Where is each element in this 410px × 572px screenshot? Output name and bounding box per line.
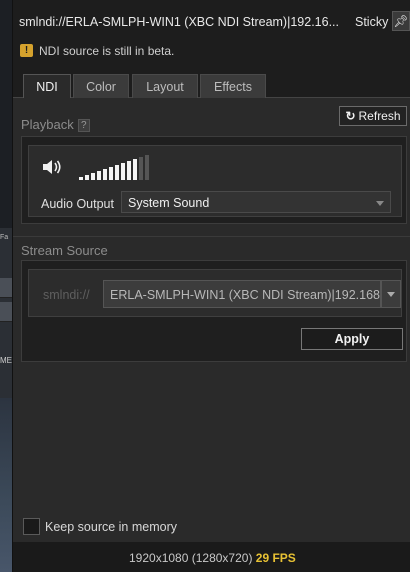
volume-bar <box>85 175 89 180</box>
pin-icon: 📌︎ <box>393 14 409 28</box>
background-fragment-row <box>0 278 12 298</box>
background-fragment-label: ME <box>0 356 12 365</box>
fps-text: 29 FPS <box>255 551 296 565</box>
ndi-source-panel: smlndi:// ERLA-SMLPH-WIN1 (XBC NDI Stream… <box>12 0 410 572</box>
source-prefix: smlndi:// <box>43 288 90 302</box>
beta-warning: ! NDI source is still in beta. <box>13 40 410 62</box>
tab-bar: NDI Color Layout Effects <box>13 62 410 98</box>
volume-bar <box>91 173 95 180</box>
section-divider <box>13 236 410 237</box>
volume-bar <box>121 163 125 180</box>
source-input[interactable]: ERLA-SMLPH-WIN1 (XBC NDI Stream)|192.168 <box>103 280 381 308</box>
warning-text: NDI source is still in beta. <box>39 44 175 58</box>
tab-ndi[interactable]: NDI <box>23 74 71 98</box>
stream-source-row: smlndi:// ERLA-SMLPH-WIN1 (XBC NDI Strea… <box>28 269 402 317</box>
background-fragment-row <box>0 302 12 322</box>
refresh-icon: ↻ <box>345 109 356 123</box>
background-fragment-label: Fa <box>0 234 9 241</box>
status-text: 1920x1080 (1280x720) 29 FPS <box>129 551 296 565</box>
help-icon[interactable]: ? <box>77 119 90 132</box>
volume-bar <box>79 177 83 180</box>
refresh-label: Refresh <box>358 109 401 123</box>
window-title: smlndi://ERLA-SMLPH-WIN1 (XBC NDI Stream… <box>19 15 339 29</box>
background-window-fragment: Fa ME <box>0 228 12 398</box>
apply-button[interactable]: Apply <box>301 328 403 350</box>
volume-bar <box>127 161 131 180</box>
sticky-label: Sticky <box>355 15 389 29</box>
volume-bar <box>109 167 113 180</box>
volume-bar <box>133 159 137 180</box>
volume-slider[interactable] <box>79 155 149 180</box>
volume-bar <box>103 169 107 180</box>
tab-effects[interactable]: Effects <box>200 74 266 98</box>
status-bar: 1920x1080 (1280x720) 29 FPS <box>13 542 410 572</box>
volume-bar <box>115 165 119 180</box>
playback-group: Audio Output System Sound <box>21 136 407 224</box>
pin-button[interactable]: 📌︎ <box>392 11 410 31</box>
volume-bar <box>145 155 149 180</box>
keep-source-row: Keep source in memory <box>13 514 410 542</box>
audio-output-value: System Sound <box>128 196 210 210</box>
tab-color[interactable]: Color <box>73 74 129 98</box>
volume-bar <box>139 157 143 180</box>
source-value: ERLA-SMLPH-WIN1 (XBC NDI Stream)|192.168 <box>110 288 380 302</box>
warning-icon: ! <box>20 44 33 57</box>
playback-section-label: Playback? <box>21 117 90 132</box>
resolution-text: 1920x1080 (1280x720) <box>129 551 253 565</box>
keep-source-label: Keep source in memory <box>45 520 178 534</box>
playback-label: Playback <box>21 117 74 132</box>
source-dropdown-button[interactable] <box>381 280 401 308</box>
stream-source-label: Stream Source <box>21 243 108 258</box>
chevron-down-icon <box>376 201 384 206</box>
tab-layout[interactable]: Layout <box>132 74 198 98</box>
refresh-button[interactable]: ↻ Refresh <box>339 106 407 126</box>
audio-output-select[interactable]: System Sound <box>121 191 391 213</box>
speaker-icon[interactable] <box>41 158 63 176</box>
background-desktop <box>0 398 12 572</box>
playback-controls: Audio Output System Sound <box>28 145 402 217</box>
audio-output-label: Audio Output <box>41 197 114 211</box>
title-bar[interactable]: smlndi://ERLA-SMLPH-WIN1 (XBC NDI Stream… <box>13 0 410 40</box>
keep-source-checkbox[interactable] <box>23 518 40 535</box>
chevron-down-icon <box>387 292 395 297</box>
volume-bar <box>97 171 101 180</box>
